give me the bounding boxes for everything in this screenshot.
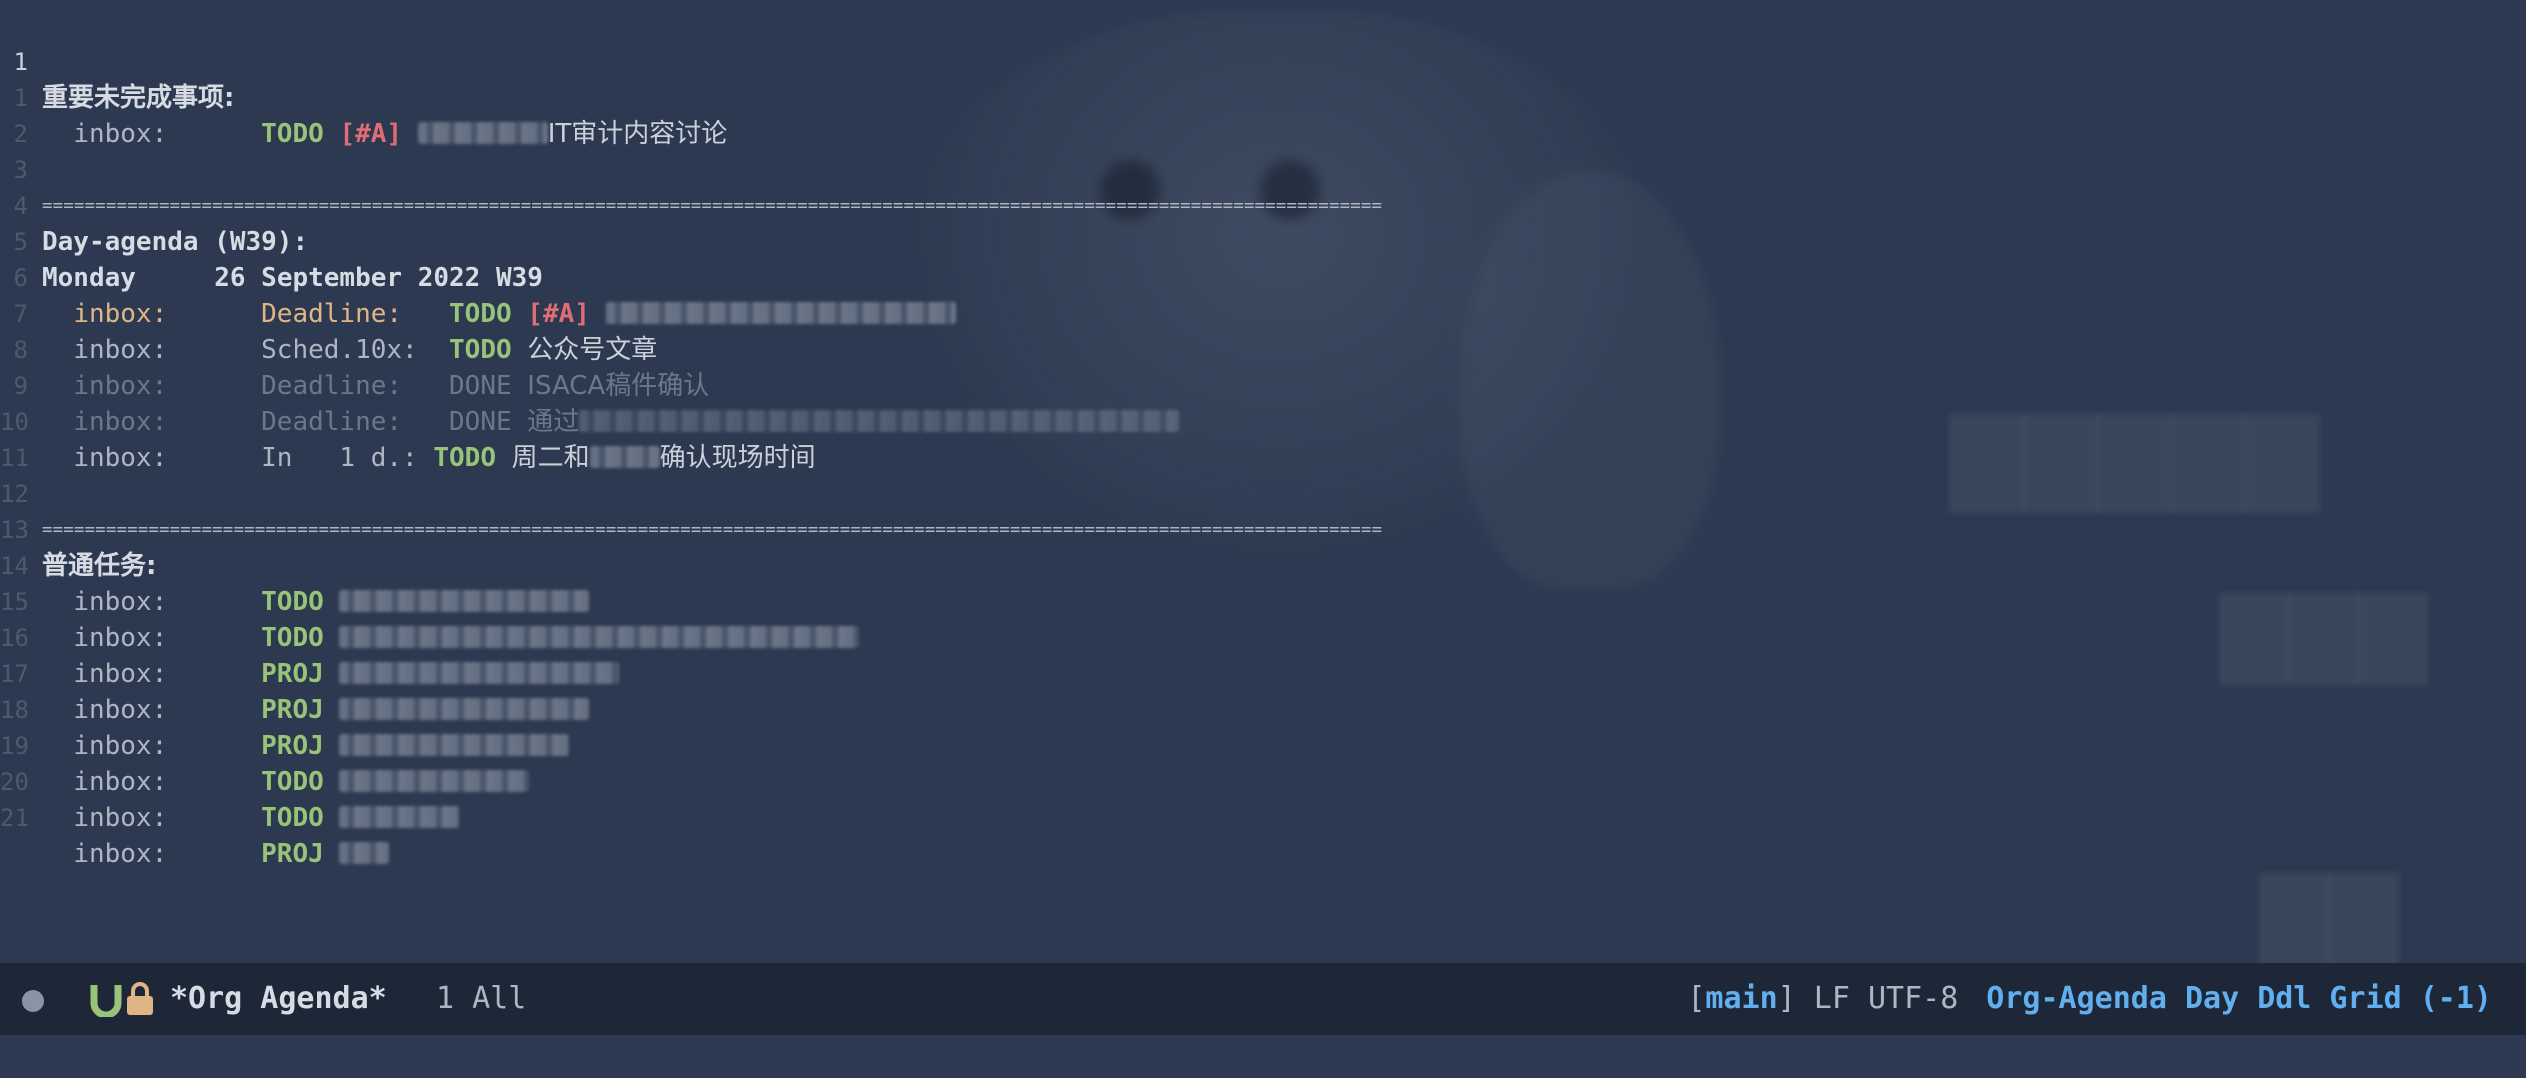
- agenda-line[interactable]: 6 inbox: Deadline: TODO [#A]: [0, 224, 2526, 329]
- category-label: inbox:: [73, 803, 168, 833]
- agenda-line[interactable]: 17 inbox: PROJ: [0, 620, 2526, 725]
- major-mode[interactable]: Org-Agenda Day Ddl Grid (-1): [1986, 981, 2492, 1016]
- agenda-line[interactable]: 1 inbox: TODO [#A] IT审计内容讨论: [0, 44, 2526, 149]
- agenda-line[interactable]: 1 重要未完成事项:: [0, 8, 2526, 113]
- agenda-line[interactable]: 2: [0, 80, 2526, 148]
- agenda-line[interactable]: 13 普通任务:: [0, 476, 2526, 581]
- buffer-name[interactable]: *Org Agenda*: [170, 963, 387, 1035]
- agenda-line[interactable]: 21 inbox: PROJ: [0, 764, 2526, 869]
- agenda-line[interactable]: 12 =====================================…: [0, 440, 2526, 540]
- echo-area[interactable]: [0, 1035, 2526, 1078]
- mode-line[interactable]: *Org Agenda* 1 All [main] LF UTF-8 Org-Ag…: [0, 963, 2526, 1035]
- agenda-line[interactable]: 7 inbox: Sched.10x: TODO 公众号文章: [0, 260, 2526, 365]
- agenda-line[interactable]: 11: [0, 404, 2526, 472]
- category-label: inbox:: [73, 839, 168, 869]
- agenda-line[interactable]: 14 inbox: TODO: [0, 512, 2526, 617]
- proj-keyword[interactable]: PROJ: [261, 839, 324, 869]
- agenda-line[interactable]: 8 inbox: Deadline: DONE ISACA稿件确认: [0, 296, 2526, 401]
- line-number: 21: [0, 804, 29, 832]
- lock-icon: [127, 982, 153, 1015]
- redacted-text: [339, 805, 460, 828]
- agenda-line[interactable]: 5 Monday 26 September 2022 W39: [0, 188, 2526, 293]
- vc-bracket-open: [: [1687, 981, 1706, 1016]
- unsaved-indicator-icon: [22, 990, 44, 1012]
- agenda-line[interactable]: 16 inbox: PROJ: [0, 584, 2526, 689]
- agenda-buffer[interactable]: 1 重要未完成事项: 1 inbox: TODO [#A] IT审计内容讨论 2…: [0, 0, 2526, 968]
- redacted-text: [339, 841, 390, 864]
- agenda-line[interactable]: 4 Day-agenda (W39):: [0, 152, 2526, 257]
- vc-branch[interactable]: main: [1705, 981, 1777, 1016]
- agenda-line[interactable]: 18 inbox: PROJ: [0, 656, 2526, 761]
- buffer-position: 1 All: [436, 981, 527, 1016]
- encoding-indicator[interactable]: LF UTF-8: [1814, 981, 1959, 1016]
- agenda-line[interactable]: 20 inbox: TODO: [0, 728, 2526, 833]
- u-logo-icon: [90, 985, 122, 1017]
- agenda-line[interactable]: 15 inbox: TODO: [0, 548, 2526, 653]
- agenda-line[interactable]: 10 inbox: In 1 d.: TODO 周二和 确认现场时间: [0, 368, 2526, 473]
- mode-line-right: [main] LF UTF-8 Org-Agenda Day Ddl Grid (…: [1687, 963, 2492, 1035]
- agenda-line[interactable]: 9 inbox: Deadline: DONE 通过: [0, 332, 2526, 437]
- todo-keyword[interactable]: TODO: [261, 803, 324, 833]
- vc-bracket-close: ]: [1777, 981, 1796, 1016]
- agenda-line[interactable]: 3 ======================================…: [0, 116, 2526, 216]
- agenda-line[interactable]: 19 inbox: TODO: [0, 692, 2526, 797]
